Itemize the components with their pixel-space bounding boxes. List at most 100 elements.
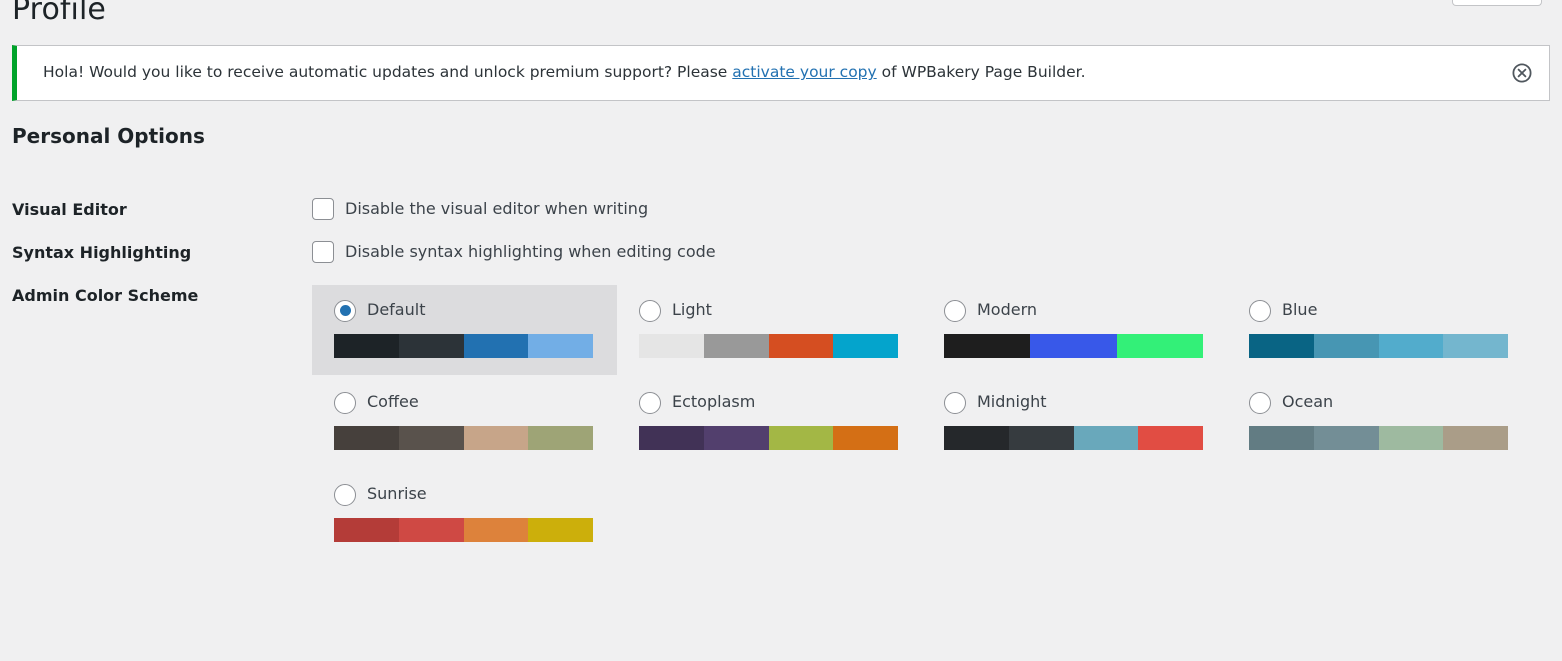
visual-editor-checkbox-line[interactable]: Disable the visual editor when writing	[312, 198, 1562, 221]
palette-swatch-2	[1378, 425, 1444, 450]
color-scheme-option-coffee[interactable]: Coffee	[312, 377, 617, 467]
color-scheme-option-light[interactable]: Light	[617, 285, 922, 375]
update-notice: Hola! Would you like to receive automati…	[12, 45, 1550, 101]
color-scheme-header[interactable]: Modern	[944, 299, 1205, 322]
palette-swatch-0	[334, 425, 399, 450]
color-scheme-label[interactable]: Modern	[977, 300, 1037, 321]
palette-swatch-3	[833, 333, 898, 358]
color-scheme-option-ocean[interactable]: Ocean	[1227, 377, 1532, 467]
palette-swatch-0	[1249, 425, 1314, 450]
color-scheme-header[interactable]: Blue	[1249, 299, 1510, 322]
color-scheme-option-blue[interactable]: Blue	[1227, 285, 1532, 375]
admin-color-scheme-list: Default Light Modern Blue Coffee Ectoplasm Mid…	[312, 284, 1532, 561]
color-scheme-header[interactable]: Coffee	[334, 391, 595, 414]
radio-midnight[interactable]	[944, 391, 966, 414]
palette-swatch-2	[463, 425, 529, 450]
color-scheme-header[interactable]: Ectoplasm	[639, 391, 900, 414]
palette-swatch-3	[833, 425, 898, 450]
color-scheme-label[interactable]: Default	[367, 300, 425, 321]
color-scheme-palette	[944, 333, 1203, 358]
color-scheme-label[interactable]: Blue	[1282, 300, 1317, 321]
palette-swatch-0	[639, 425, 704, 450]
notice-message: Hola! Would you like to receive automati…	[17, 61, 1503, 84]
form-row-syntax-highlighting: Syntax Highlighting Disable syntax highl…	[0, 221, 1562, 264]
notice-text-after: of WPBakery Page Builder.	[876, 63, 1086, 82]
color-scheme-label[interactable]: Light	[672, 300, 712, 321]
palette-swatch-2	[768, 425, 834, 450]
palette-swatch-3	[528, 517, 593, 542]
field-admin-color-scheme: Default Light Modern Blue Coffee Ectoplasm Mid…	[312, 264, 1562, 561]
palette-swatch-1	[398, 333, 464, 358]
activate-copy-link[interactable]: activate your copy	[732, 63, 876, 81]
color-scheme-header[interactable]: Ocean	[1249, 391, 1510, 414]
palette-swatch-2	[1073, 425, 1139, 450]
palette-swatch-3	[528, 333, 593, 358]
palette-swatch-1	[703, 333, 769, 358]
notice-text-before: Hola! Would you like to receive automati…	[43, 63, 733, 82]
radio-coffee[interactable]	[334, 391, 356, 414]
color-scheme-palette	[334, 425, 593, 450]
palette-swatch-1	[1313, 425, 1379, 450]
color-scheme-palette	[639, 425, 898, 450]
label-syntax-highlighting: Syntax Highlighting	[12, 242, 192, 262]
color-scheme-header[interactable]: Default	[334, 299, 595, 322]
palette-swatch-0	[944, 333, 1031, 358]
palette-swatch-2	[463, 517, 529, 542]
visual-editor-checkbox-label[interactable]: Disable the visual editor when writing	[345, 198, 648, 220]
color-scheme-option-ectoplasm[interactable]: Ectoplasm	[617, 377, 922, 467]
color-scheme-label[interactable]: Ocean	[1282, 392, 1333, 413]
visual-editor-checkbox[interactable]	[312, 198, 334, 221]
color-scheme-palette	[639, 333, 898, 358]
radio-sunrise[interactable]	[334, 483, 356, 506]
palette-swatch-3	[528, 425, 593, 450]
form-row-visual-editor: Visual Editor Disable the visual editor …	[0, 178, 1562, 221]
palette-swatch-0	[1249, 333, 1314, 358]
radio-default[interactable]	[334, 299, 356, 322]
palette-swatch-0	[639, 333, 704, 358]
radio-ocean[interactable]	[1249, 391, 1271, 414]
color-scheme-palette	[1249, 333, 1508, 358]
syntax-highlighting-checkbox-line[interactable]: Disable syntax highlighting when editing…	[312, 240, 1562, 263]
palette-swatch-3	[1138, 425, 1203, 450]
palette-swatch-0	[944, 425, 1009, 450]
color-scheme-label[interactable]: Ectoplasm	[672, 392, 755, 413]
color-scheme-option-sunrise[interactable]: Sunrise	[312, 469, 617, 559]
screen-options-tab[interactable]	[1452, 0, 1542, 6]
color-scheme-label[interactable]: Midnight	[977, 392, 1047, 413]
color-scheme-header[interactable]: Midnight	[944, 391, 1205, 414]
color-scheme-header[interactable]: Sunrise	[334, 483, 595, 506]
palette-swatch-1	[398, 425, 464, 450]
color-scheme-header[interactable]: Light	[639, 299, 900, 322]
personal-options-heading: Personal Options	[12, 124, 205, 148]
color-scheme-label[interactable]: Sunrise	[367, 484, 427, 505]
color-scheme-palette	[334, 333, 593, 358]
palette-swatch-1	[1030, 333, 1117, 358]
palette-swatch-2	[768, 333, 834, 358]
palette-swatch-2	[1378, 333, 1444, 358]
syntax-highlighting-checkbox[interactable]	[312, 240, 334, 263]
radio-light[interactable]	[639, 299, 661, 322]
color-scheme-option-midnight[interactable]: Midnight	[922, 377, 1227, 467]
color-scheme-option-modern[interactable]: Modern	[922, 285, 1227, 375]
form-row-admin-color-scheme: Admin Color Scheme Default Light Modern Blu…	[0, 264, 1562, 561]
field-syntax-highlighting: Disable syntax highlighting when editing…	[312, 221, 1562, 263]
radio-modern[interactable]	[944, 299, 966, 322]
color-scheme-option-default[interactable]: Default	[312, 284, 617, 375]
color-scheme-palette	[334, 517, 593, 542]
dismiss-circle-x-icon[interactable]	[1503, 54, 1541, 92]
page-title: Profile	[12, 0, 106, 27]
palette-swatch-1	[1008, 425, 1074, 450]
color-scheme-label[interactable]: Coffee	[367, 392, 419, 413]
palette-swatch-3	[1443, 333, 1508, 358]
palette-swatch-2	[1116, 333, 1203, 358]
radio-ectoplasm[interactable]	[639, 391, 661, 414]
palette-swatch-1	[703, 425, 769, 450]
radio-blue[interactable]	[1249, 299, 1271, 322]
label-admin-color-scheme: Admin Color Scheme	[12, 285, 199, 305]
palette-swatch-3	[1443, 425, 1508, 450]
syntax-highlighting-checkbox-label[interactable]: Disable syntax highlighting when editing…	[345, 241, 716, 263]
palette-swatch-0	[334, 517, 399, 542]
label-visual-editor: Visual Editor	[12, 200, 127, 219]
palette-swatch-0	[334, 333, 399, 358]
color-scheme-palette	[1249, 425, 1508, 450]
